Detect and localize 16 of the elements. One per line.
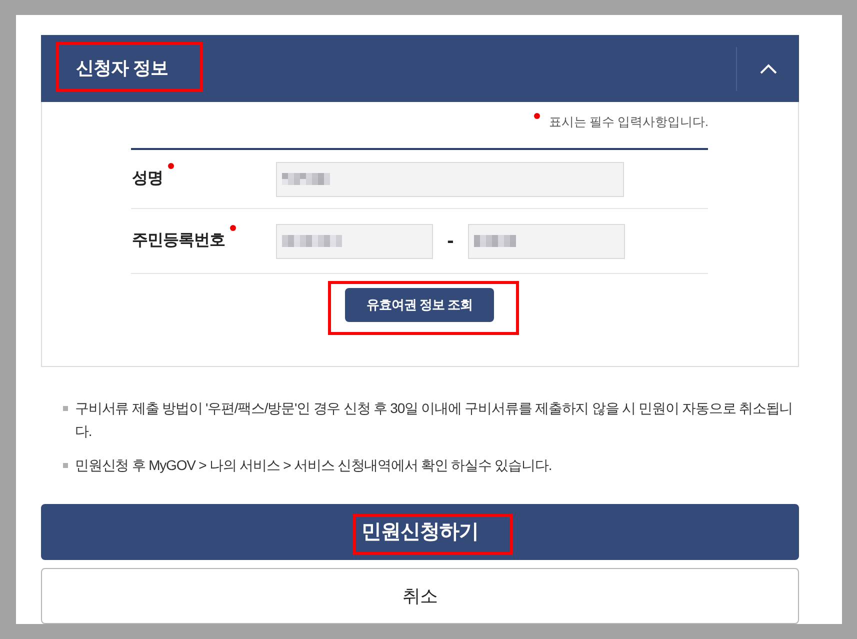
field-label: 주민등록번호 — [132, 229, 225, 253]
cancel-button[interactable]: 취소 — [41, 568, 799, 624]
notice-text: 민원신청 후 MyGOV > 나의 서비스 > 서비스 신청내역에서 확인 하실수 있습니다. — [75, 456, 553, 475]
required-notice: 표시는 필수 입력사항입니다. — [549, 114, 708, 131]
separator-dash: - — [446, 231, 455, 251]
section-title: 신청자 정보 — [76, 57, 168, 80]
text-field[interactable] — [468, 224, 625, 258]
text-field[interactable] — [276, 224, 433, 258]
text-field[interactable] — [276, 162, 624, 196]
notice-text: 구비서류 제출 방법이 '우편/팩스/방문'인 경우 신청 후 30일 이내에 구비서류를 제출하지 않을 시 민원이 자동으로 취소됩니다. — [75, 399, 793, 441]
bullet-icon — [63, 406, 68, 411]
submit-button[interactable]: 민원신청하기 — [41, 504, 799, 560]
bullet-icon — [63, 463, 68, 468]
chevron-up-icon — [760, 64, 776, 74]
field-label: 성명 — [132, 167, 163, 191]
passport-lookup-button[interactable]: 유효여권 정보 조회 — [345, 288, 494, 322]
